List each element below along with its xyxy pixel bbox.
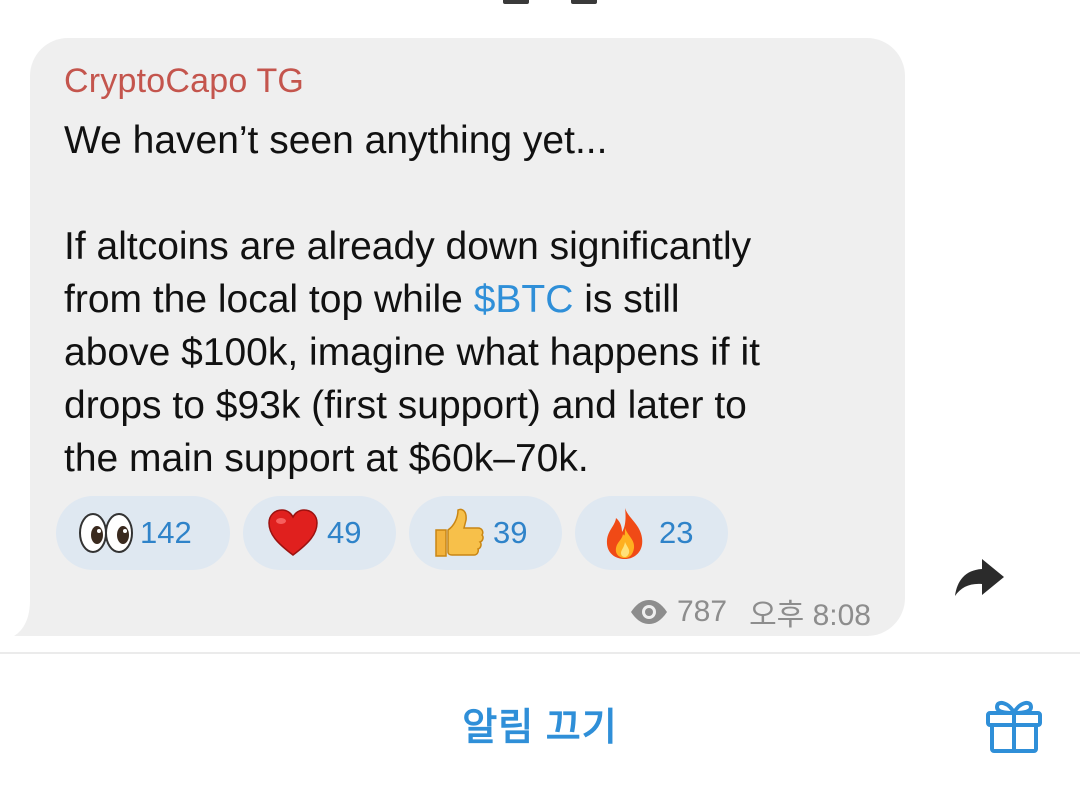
fire-icon (597, 505, 653, 561)
reaction-count: 39 (493, 515, 528, 550)
reaction-heart-button[interactable]: 49 (243, 496, 396, 570)
top-edge-fragment (571, 0, 597, 4)
top-edge-fragment (503, 0, 529, 4)
message-line: We haven’t seen anything yet... (64, 119, 608, 162)
message-text-fragment: from the local top while (64, 278, 474, 321)
reaction-thumbs-up-button[interactable]: 39 (409, 496, 562, 570)
message-timestamp: 오후 8:08 (749, 599, 871, 632)
btc-cashtag-link[interactable]: $BTC (474, 278, 574, 321)
message-line: If altcoins are already down significant… (64, 225, 752, 268)
reaction-count: 23 (659, 515, 694, 550)
reaction-eyes-button[interactable]: 142 (56, 496, 230, 570)
chat-screen: CryptoCapo TG We haven’t seen anything y… (0, 0, 1080, 793)
message-meta: 787 오후 8:08 (629, 590, 871, 634)
eyes-icon (78, 505, 134, 561)
sender-name[interactable]: CryptoCapo TG (64, 62, 304, 101)
view-count: 787 (677, 595, 728, 628)
reaction-count: 142 (140, 515, 192, 550)
mute-notifications-button[interactable]: 알림 끄기 (0, 654, 1080, 793)
message-line: above $100k, imagine what happens if it (64, 331, 760, 374)
message-line: drops to $93k (first support) and later … (64, 384, 747, 427)
share-forward-icon[interactable] (952, 555, 1006, 599)
reaction-count: 49 (327, 515, 362, 550)
message-text-fragment: is still (573, 278, 680, 321)
reactions-row: 142 49 39 23 (56, 496, 728, 570)
message-bubble[interactable]: CryptoCapo TG We haven’t seen anything y… (30, 38, 905, 636)
message-line: the main support at $60k–70k. (64, 437, 589, 480)
message-text: We haven’t seen anything yet... If altco… (64, 114, 884, 485)
gift-icon[interactable] (983, 694, 1045, 756)
message-line: from the local top while $BTC is still (64, 273, 884, 326)
views-eye-icon (631, 600, 667, 624)
reaction-fire-button[interactable]: 23 (575, 496, 728, 570)
red-heart-icon (265, 505, 321, 561)
thumbs-up-icon (431, 505, 487, 561)
